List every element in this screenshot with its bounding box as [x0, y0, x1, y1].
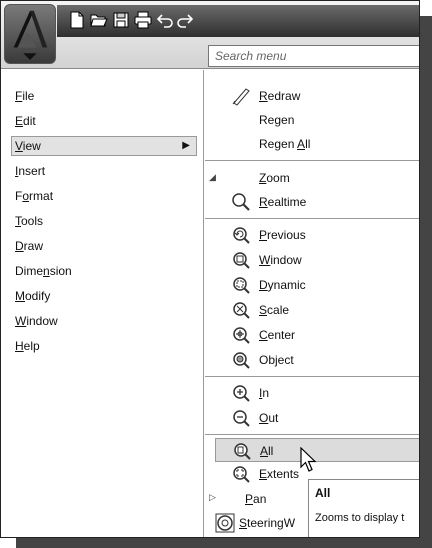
- submenu-arrow-icon: ▶: [182, 140, 190, 151]
- separator: [205, 218, 419, 219]
- tooltip-description: Zooms to display t: [315, 512, 405, 524]
- application-button[interactable]: [4, 4, 56, 64]
- zoom-in-icon: [231, 383, 251, 403]
- quick-access-toolbar: [57, 5, 419, 37]
- separator: [205, 160, 419, 161]
- new-icon[interactable]: [67, 9, 87, 31]
- main-menu-list: File Edit View ▶ Insert Format Tools Draw…: [1, 70, 204, 537]
- submenu-zoom-dynamic[interactable]: Dynamic: [205, 273, 419, 297]
- tooltip-title: All: [315, 486, 331, 500]
- open-icon[interactable]: [89, 9, 109, 31]
- redo-icon[interactable]: [175, 9, 195, 31]
- menu-item-window[interactable]: Window: [15, 311, 58, 331]
- tooltip: All Zooms to display t: [308, 479, 419, 537]
- submenu-zoom-out[interactable]: Out: [205, 406, 419, 430]
- zoom-center-icon: [231, 325, 251, 345]
- autocad-logo-icon: [13, 10, 48, 60]
- separator: [205, 434, 419, 435]
- menu-item-tools[interactable]: Tools: [15, 211, 43, 231]
- zoom-window-icon: [231, 250, 251, 270]
- plot-icon[interactable]: [133, 9, 153, 31]
- submenu-zoom-scale[interactable]: Scale: [205, 298, 419, 322]
- submenu-zoom-previous[interactable]: Previous: [205, 223, 419, 247]
- menu-item-format[interactable]: Format: [15, 186, 53, 206]
- menu-item-insert[interactable]: Insert: [15, 161, 45, 181]
- zoom-previous-icon: [231, 225, 251, 245]
- submenu-zoom[interactable]: ◢ Zoom: [205, 166, 419, 190]
- menu-item-dimension[interactable]: Dimension: [15, 261, 72, 281]
- zoom-dynamic-icon: [231, 275, 251, 295]
- application-menu: Search menu File Edit View ▶ Insert Forma…: [0, 0, 420, 538]
- mouse-cursor-icon: [300, 447, 317, 472]
- zoom-scale-icon: [231, 300, 251, 320]
- submenu-zoom-realtime[interactable]: Realtime: [205, 190, 419, 214]
- menu-item-help[interactable]: Help: [15, 336, 40, 356]
- submenu-zoom-center[interactable]: Center: [205, 323, 419, 347]
- zoom-out-icon: [231, 408, 251, 428]
- menu-item-view[interactable]: View ▶: [11, 136, 197, 156]
- menu-item-modify[interactable]: Modify: [15, 286, 50, 306]
- submenu-zoom-window[interactable]: Window: [205, 248, 419, 272]
- title-bar: Search menu: [1, 1, 419, 69]
- separator: [205, 376, 419, 377]
- menu-item-draw[interactable]: Draw: [15, 236, 43, 256]
- menu-item-file[interactable]: File: [15, 86, 34, 106]
- save-icon[interactable]: [111, 9, 131, 31]
- search-menu-input[interactable]: Search menu: [208, 45, 419, 67]
- undo-icon[interactable]: [155, 9, 175, 31]
- zoom-extents-icon: [231, 464, 251, 484]
- steeringwheel-icon: [215, 513, 235, 533]
- redraw-pencil-icon: [231, 86, 251, 106]
- submenu-zoom-object[interactable]: Object: [205, 348, 419, 372]
- zoom-realtime-icon: [231, 192, 251, 212]
- menu-item-edit[interactable]: Edit: [15, 111, 36, 131]
- zoom-all-icon: [232, 441, 252, 461]
- zoom-object-icon: [231, 350, 251, 370]
- submenu-regen-all[interactable]: Regen All: [205, 132, 419, 156]
- collapsed-triangle-icon: ▷: [209, 492, 216, 502]
- submenu-regen[interactable]: Regen: [205, 108, 419, 132]
- expanded-triangle-icon: ◢: [209, 172, 216, 182]
- submenu-redraw[interactable]: Redraw: [205, 84, 419, 108]
- submenu-zoom-in[interactable]: In: [205, 381, 419, 405]
